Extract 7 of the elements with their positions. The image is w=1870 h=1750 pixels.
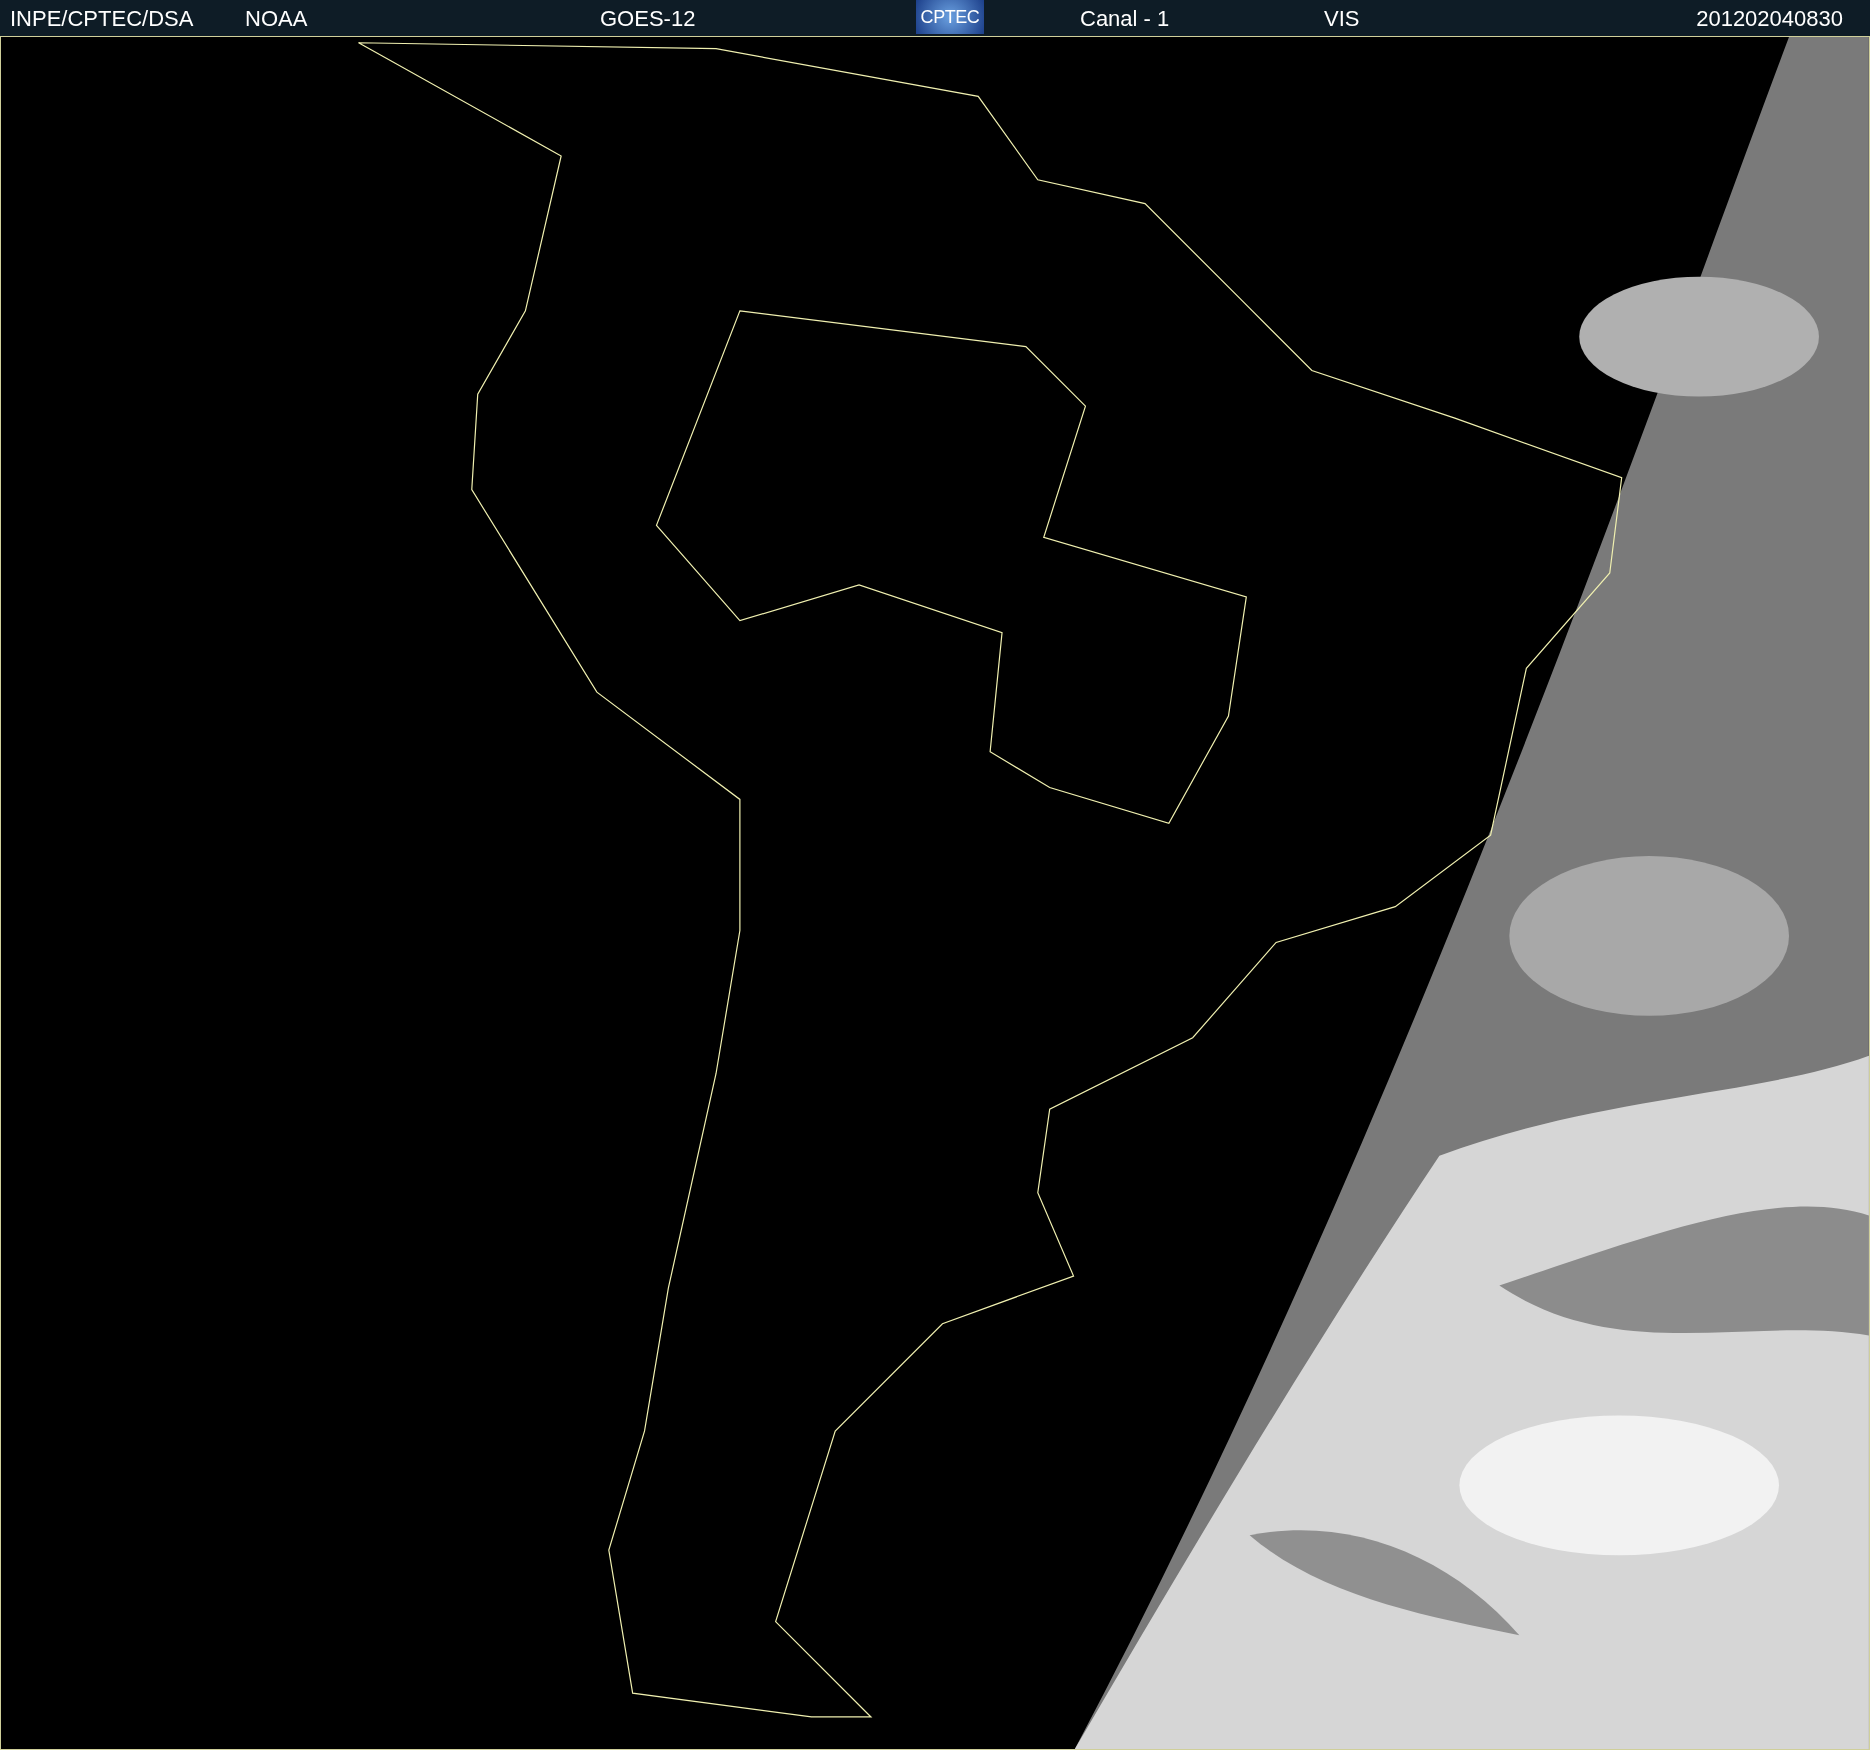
band-label: VIS bbox=[1324, 4, 1360, 33]
source-label: INPE/CPTEC/DSA bbox=[10, 4, 194, 33]
logo: CPTEC bbox=[916, 0, 984, 34]
channel-label: Canal - 1 bbox=[1080, 4, 1170, 33]
satellite-label: GOES-12 bbox=[600, 4, 696, 33]
timestamp-label: 201202040830 bbox=[1696, 4, 1843, 33]
agency-label: NOAA bbox=[245, 4, 308, 33]
